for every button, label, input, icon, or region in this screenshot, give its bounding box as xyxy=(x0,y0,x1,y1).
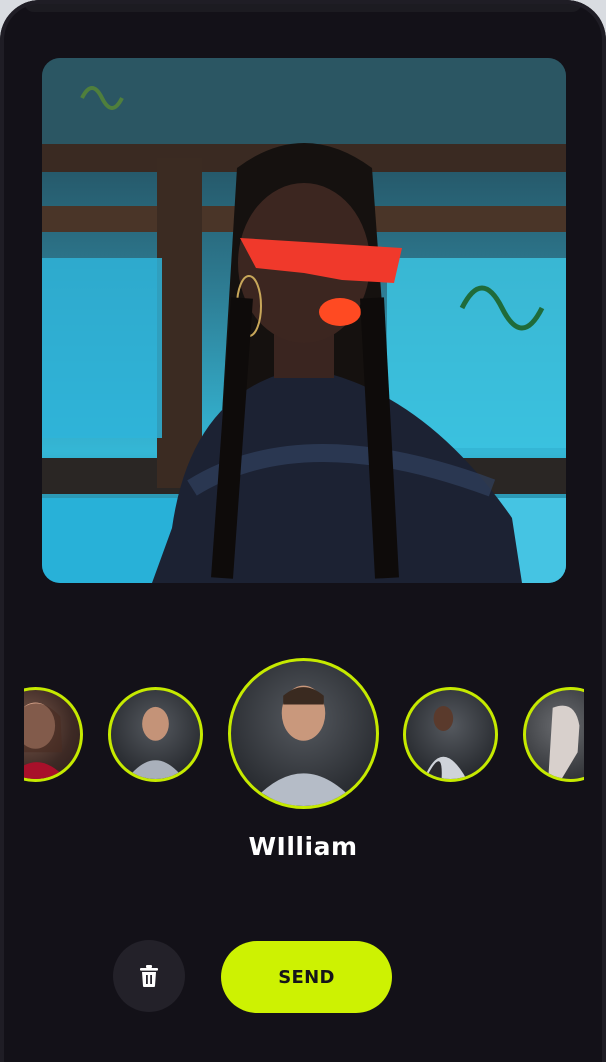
contact-avatar-woman-red-top[interactable] xyxy=(24,687,83,782)
delete-button[interactable] xyxy=(113,940,185,1012)
photo-illustration xyxy=(42,58,566,583)
contact-avatar-man-shirt[interactable] xyxy=(108,687,203,782)
phone-screen: WIlliam SEND xyxy=(0,0,606,1062)
contact-avatar-man-jacket[interactable] xyxy=(403,687,498,782)
top-bezel xyxy=(24,0,582,12)
check-icon xyxy=(24,687,36,735)
trash-icon xyxy=(140,965,158,987)
check-icon xyxy=(526,690,547,712)
contact-carousel[interactable] xyxy=(24,656,584,812)
contact-avatar-william-active[interactable] xyxy=(228,658,379,809)
check-icon xyxy=(406,690,427,712)
check-icon xyxy=(111,690,132,712)
contact-avatar-woman-profile[interactable] xyxy=(523,687,584,782)
send-button[interactable]: SEND xyxy=(221,941,392,1013)
check-icon xyxy=(231,661,264,697)
selected-contact-name: WIlliam xyxy=(248,832,358,861)
main-photo xyxy=(42,58,566,583)
